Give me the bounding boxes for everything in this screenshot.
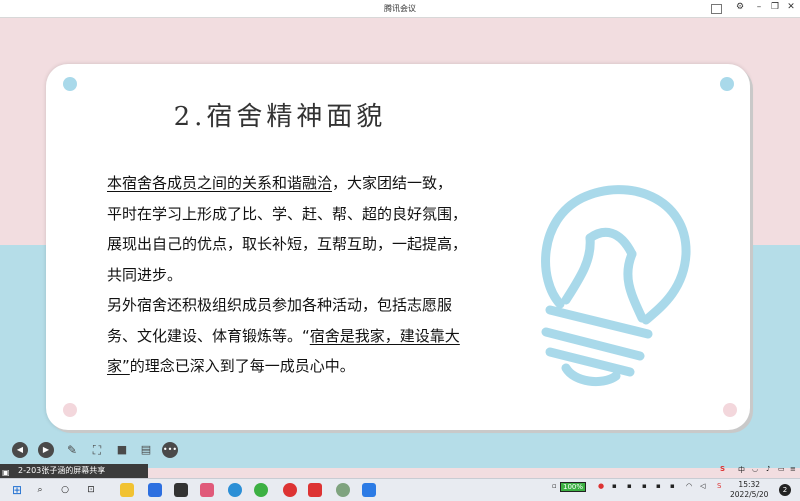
shared-slide: 2.宿舍精神面貌 本宿舍各成员之间的关系和谐融洽，大家团结一致，平时在学习上形成… bbox=[0, 18, 800, 468]
battery-indicator[interactable]: 100% bbox=[560, 482, 587, 492]
screen-icon[interactable]: ⛶ bbox=[89, 442, 105, 458]
window-settings-icon[interactable]: ⚙ bbox=[733, 2, 747, 12]
tencent-meeting-icon[interactable] bbox=[362, 483, 376, 497]
tray-icon[interactable]: ● bbox=[598, 482, 604, 490]
tray-icon[interactable]: ▪ bbox=[612, 482, 617, 490]
ime-mode[interactable]: 中 bbox=[738, 465, 745, 475]
corner-dot bbox=[63, 77, 77, 91]
slide-body: 本宿舍各成员之间的关系和谐融洽，大家团结一致，平时在学习上形成了比、学、赶、帮、… bbox=[107, 168, 467, 382]
clock-date: 2022/5/20 bbox=[730, 490, 769, 499]
pen-icon[interactable]: ✎ bbox=[64, 442, 80, 458]
taskbar: ⊞ ⌕ ○ ⊡ ▫ 100% ● ▪ ▪ ▪ ▪ ▪ ◠ ◁ S 15:32 2… bbox=[0, 478, 800, 501]
pin-icon[interactable] bbox=[711, 4, 722, 14]
corner-dot bbox=[63, 403, 77, 417]
tray-icon[interactable]: ▪ bbox=[642, 482, 647, 490]
punctuation-icon[interactable]: ◡ bbox=[752, 465, 758, 473]
ime-toolbar[interactable]: S 中 ◡ ♪ ▭ ≡ bbox=[718, 465, 800, 477]
prev-icon[interactable]: ◀ bbox=[12, 442, 28, 458]
file-explorer-icon[interactable] bbox=[120, 483, 134, 497]
app-icon[interactable] bbox=[254, 483, 268, 497]
restore-icon[interactable]: ❐ bbox=[768, 2, 782, 12]
underlined-text: 本宿舍各成员之间的关系和谐融洽 bbox=[107, 174, 333, 192]
keyboard-icon[interactable]: ▭ bbox=[778, 465, 785, 473]
window-titlebar: 腾讯会议 ⚙ – ❐ ✕ bbox=[0, 0, 800, 18]
notification-badge[interactable]: 2 bbox=[779, 484, 791, 496]
slide-title: 2.宿舍精神面貌 bbox=[173, 102, 387, 132]
app-icon[interactable] bbox=[200, 483, 214, 497]
app-icon[interactable] bbox=[336, 483, 350, 497]
clock[interactable]: 15:32 2022/5/20 bbox=[730, 480, 768, 500]
edge-browser-icon[interactable] bbox=[228, 483, 242, 497]
camera-icon[interactable]: ■ bbox=[114, 442, 130, 458]
wps-icon[interactable] bbox=[308, 483, 322, 497]
sogou-ime-icon[interactable]: S bbox=[717, 482, 721, 490]
paragraph-text: 的理念已深入到了每一成员心中。 bbox=[129, 357, 355, 375]
menu-icon[interactable]: ≡ bbox=[790, 465, 796, 473]
more-icon[interactable]: ••• bbox=[162, 442, 178, 458]
wifi-icon[interactable]: ◠ bbox=[686, 482, 692, 490]
tray-icon[interactable]: ▪ bbox=[627, 482, 632, 490]
screen-share-bar[interactable]: ▣ 2-203张子涵的屏幕共享 bbox=[0, 464, 148, 478]
chat-icon[interactable]: ▤ bbox=[138, 442, 154, 458]
share-label: 2-203张子涵的屏幕共享 bbox=[18, 466, 106, 475]
clock-time: 15:32 bbox=[738, 480, 761, 489]
search-icon[interactable]: ⌕ bbox=[33, 483, 47, 497]
windows-start-icon[interactable]: ⊞ bbox=[10, 483, 24, 497]
app-icon[interactable] bbox=[174, 483, 188, 497]
tray-icon[interactable]: ▫ bbox=[552, 482, 557, 490]
paragraph-1: 本宿舍各成员之间的关系和谐融洽，大家团结一致，平时在学习上形成了比、学、赶、帮、… bbox=[107, 168, 467, 290]
close-icon[interactable]: ✕ bbox=[784, 2, 798, 12]
mic-icon[interactable]: ♪ bbox=[766, 465, 770, 473]
tray-icon[interactable]: ▪ bbox=[670, 482, 675, 490]
paragraph-2: 另外宿舍还积极组织成员参加各种活动，包括志愿服务、文化建设、体育锻炼等。“宿舍是… bbox=[107, 290, 467, 382]
corner-dot bbox=[720, 77, 734, 91]
next-icon[interactable]: ▶ bbox=[38, 442, 54, 458]
corner-dot bbox=[723, 403, 737, 417]
tray-icon[interactable]: ▪ bbox=[656, 482, 661, 490]
lightbulb-icon bbox=[541, 185, 691, 387]
window-title: 腾讯会议 bbox=[384, 4, 416, 13]
minimize-icon[interactable]: – bbox=[752, 2, 766, 12]
app-icon[interactable] bbox=[148, 483, 162, 497]
sogou-logo-icon: S bbox=[720, 465, 726, 473]
netease-music-icon[interactable] bbox=[283, 483, 297, 497]
task-view-icon[interactable]: ○ bbox=[58, 483, 72, 497]
volume-icon[interactable]: ◁ bbox=[700, 482, 705, 490]
widgets-icon[interactable]: ⊡ bbox=[84, 483, 98, 497]
